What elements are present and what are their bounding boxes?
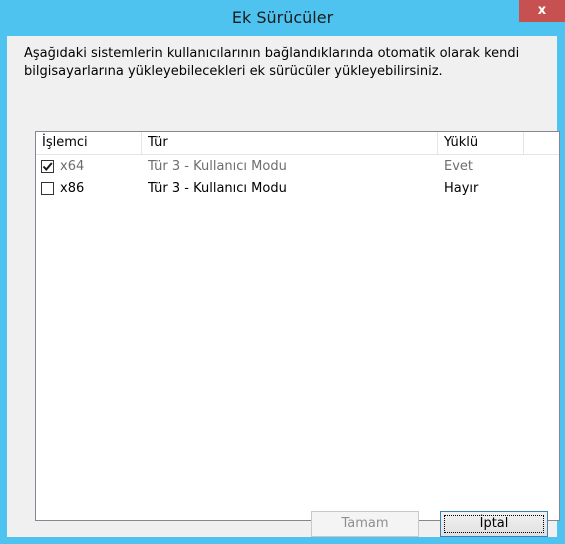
cancel-button[interactable]: İptal xyxy=(440,511,548,537)
title-bar[interactable]: Ek Sürücüler x xyxy=(0,0,565,36)
cell-installed: Hayır xyxy=(444,181,479,196)
cell-processor: x64 xyxy=(60,159,85,174)
column-header-processor[interactable]: İşlemci xyxy=(36,132,142,154)
checkbox-x86[interactable] xyxy=(41,182,54,195)
cell-type: Tür 3 - Kullanıcı Modu xyxy=(148,159,287,174)
column-header-type[interactable]: Tür xyxy=(142,132,438,154)
cell-processor: x86 xyxy=(60,181,85,196)
checkbox-x64[interactable] xyxy=(41,160,54,173)
window-title: Ek Sürücüler xyxy=(231,8,334,27)
cell-installed: Evet xyxy=(444,159,474,174)
checkmark-icon xyxy=(42,162,53,172)
description-text: Aşağıdaki sistemlerin kullanıcılarının b… xyxy=(24,46,520,79)
list-header: İşlemci Tür Yüklü xyxy=(36,132,559,155)
ok-button[interactable]: Tamam xyxy=(311,511,419,537)
list-row-x64[interactable]: x64 Tür 3 - Kullanıcı Modu Evet xyxy=(36,156,559,178)
cancel-button-label: İptal xyxy=(479,516,509,531)
list-row-x86[interactable]: x86 Tür 3 - Kullanıcı Modu Hayır xyxy=(36,178,559,200)
dialog-client-area: Aşağıdaki sistemlerin kullanıcılarının b… xyxy=(7,36,560,537)
column-header-installed[interactable]: Yüklü xyxy=(438,132,524,154)
drivers-list[interactable]: İşlemci Tür Yüklü x64 Tür 3 - Kullanıcı … xyxy=(35,131,560,521)
cell-type: Tür 3 - Kullanıcı Modu xyxy=(148,181,287,196)
dialog-window: Ek Sürücüler x Aşağıdaki sistemlerin kul… xyxy=(0,0,565,544)
close-button[interactable]: x xyxy=(519,0,565,22)
